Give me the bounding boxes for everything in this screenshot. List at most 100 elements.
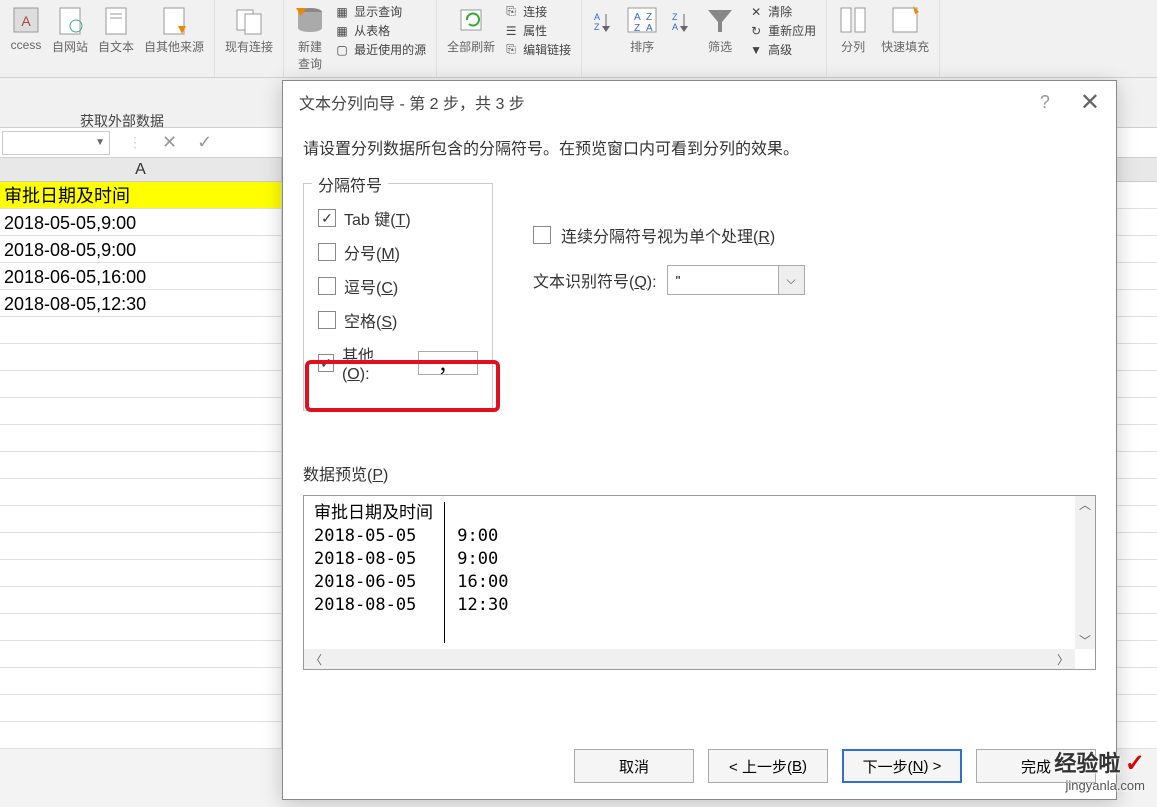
- cell[interactable]: [0, 695, 282, 721]
- column-header-a[interactable]: A: [0, 158, 282, 181]
- cell[interactable]: 2018-05-05,9:00: [0, 209, 282, 235]
- reapply-icon: ↻: [748, 23, 764, 39]
- checkbox-comma[interactable]: 逗号(C): [318, 274, 478, 298]
- cell[interactable]: [0, 317, 282, 343]
- ribbon-btn-refresh-all[interactable]: 全部刷新: [443, 2, 499, 59]
- other-delimiter-input[interactable]: [418, 351, 478, 375]
- close-icon[interactable]: ✕: [1080, 88, 1100, 117]
- ribbon-btn-properties[interactable]: ☰属性: [499, 21, 575, 40]
- ribbon-label: ccess: [11, 38, 42, 52]
- ribbon-label: 现有连接: [225, 38, 273, 55]
- cell[interactable]: [0, 371, 282, 397]
- dropdown-icon[interactable]: ⌵: [778, 266, 804, 294]
- recent-icon: ▢: [334, 42, 350, 58]
- dialog-instruction: 请设置分列数据所包含的分隔符号。在预览窗口内可看到分列的效果。: [303, 135, 1096, 159]
- label: 编辑链接: [523, 41, 571, 58]
- cell[interactable]: [0, 641, 282, 667]
- cancel-button[interactable]: 取消: [574, 749, 694, 783]
- flash-fill-icon: [889, 4, 921, 36]
- advanced-icon: ▼: [748, 42, 764, 58]
- ribbon: A ccess 自网站 自文本 自其他来源 现有连接: [0, 0, 1157, 78]
- scrollbar-horizontal[interactable]: 〈〉: [304, 649, 1075, 669]
- ribbon-btn-existing-connections[interactable]: 现有连接: [221, 2, 277, 57]
- checkbox-other[interactable]: 其他(O):: [318, 342, 478, 384]
- checkbox-space[interactable]: 空格(S): [318, 308, 478, 332]
- cell[interactable]: [0, 344, 282, 370]
- access-icon: A: [10, 4, 42, 36]
- cell[interactable]: [0, 560, 282, 586]
- watermark-url: jingyanla.com: [1054, 778, 1145, 793]
- ribbon-btn-reapply[interactable]: ↻重新应用: [744, 21, 820, 40]
- from-table-icon: ▦: [334, 23, 350, 39]
- cell[interactable]: [0, 398, 282, 424]
- cell[interactable]: [0, 587, 282, 613]
- svg-text:A: A: [21, 13, 31, 29]
- ribbon-btn-text-to-columns[interactable]: 分列: [833, 2, 873, 57]
- ribbon-btn-clear[interactable]: ✕清除: [744, 2, 820, 21]
- cell[interactable]: [0, 425, 282, 451]
- text-qualifier-select[interactable]: ⌵: [667, 265, 805, 295]
- ribbon-btn-from-table[interactable]: ▦从表格: [330, 21, 430, 40]
- cell[interactable]: [0, 614, 282, 640]
- label: 属性: [523, 22, 547, 39]
- ribbon-btn-sort-az[interactable]: AZ: [588, 2, 618, 59]
- cell[interactable]: [0, 533, 282, 559]
- ribbon-btn-other-sources[interactable]: 自其他来源: [140, 2, 208, 57]
- label: 重新应用: [768, 22, 816, 39]
- connections-icon: ⎘: [503, 4, 519, 20]
- checkbox-icon: [318, 311, 336, 329]
- ribbon-btn-flash-fill[interactable]: 快速填充: [877, 2, 933, 57]
- ribbon-btn-new-query[interactable]: 新建查询: [290, 2, 330, 74]
- ribbon-btn-web[interactable]: 自网站: [48, 2, 92, 57]
- checkbox-icon: [318, 354, 334, 372]
- checkbox-semicolon[interactable]: 分号(M): [318, 240, 478, 264]
- text-icon: [100, 4, 132, 36]
- label: 显示查询: [354, 3, 402, 20]
- checkbox-consecutive[interactable]: 连续分隔符号视为单个处理(R): [533, 223, 805, 247]
- cell[interactable]: 2018-08-05,9:00: [0, 236, 282, 262]
- cell[interactable]: [0, 722, 282, 748]
- next-button[interactable]: 下一步(N) >: [842, 749, 962, 783]
- ribbon-btn-filter[interactable]: 筛选: [700, 2, 740, 59]
- checkbox-tab[interactable]: Tab 键(T): [318, 206, 478, 230]
- back-button[interactable]: < 上一步(B): [708, 749, 828, 783]
- ribbon-btn-sort-za[interactable]: ZA: [666, 2, 696, 59]
- svg-text:Z: Z: [672, 12, 678, 22]
- ribbon-btn-connections[interactable]: ⎘连接: [499, 2, 575, 21]
- ribbon-label: 自网站: [52, 38, 88, 55]
- show-queries-icon: ▦: [334, 4, 350, 20]
- sort-az-icon: AZ: [592, 10, 614, 32]
- text-qualifier-input[interactable]: [668, 266, 778, 294]
- checkbox-icon: [318, 209, 336, 227]
- ribbon-group-connections: 全部刷新 ⎘连接 ☰属性 ⎘编辑链接: [437, 0, 582, 77]
- help-icon[interactable]: ?: [1040, 92, 1050, 113]
- text-qualifier-row: 文本识别符号(Q): ⌵: [533, 265, 805, 295]
- ribbon-btn-access[interactable]: A ccess: [6, 2, 46, 57]
- ribbon-btn-recent-sources[interactable]: ▢最近使用的源: [330, 40, 430, 59]
- cell-header[interactable]: 审批日期及时间: [0, 182, 282, 208]
- ribbon-btn-show-queries[interactable]: ▦显示查询: [330, 2, 430, 21]
- cell[interactable]: [0, 452, 282, 478]
- sort-za-icon: ZA: [670, 10, 692, 32]
- ribbon-btn-edit-links[interactable]: ⎘编辑链接: [499, 40, 575, 59]
- cell[interactable]: [0, 479, 282, 505]
- watermark-title: 经验啦: [1054, 751, 1120, 776]
- text-qualifier-label: 文本识别符号(Q):: [533, 268, 657, 292]
- cell[interactable]: [0, 506, 282, 532]
- dialog-body: 请设置分列数据所包含的分隔符号。在预览窗口内可看到分列的效果。 分隔符号 Tab…: [283, 123, 1116, 682]
- preview-column-divider: [444, 502, 445, 643]
- checkbox-label: 空格(S): [344, 308, 397, 332]
- cell[interactable]: [0, 668, 282, 694]
- checkbox-label: 分号(M): [344, 240, 400, 264]
- preview-box: 审批日期及时间 2018-05-05 9:00 2018-08-05 9:00 …: [303, 495, 1096, 670]
- delimiters-legend: 分隔符号: [312, 172, 388, 196]
- ribbon-btn-advanced[interactable]: ▼高级: [744, 40, 820, 59]
- ribbon-btn-text[interactable]: 自文本: [94, 2, 138, 57]
- ribbon-btn-sort[interactable]: AZZA 排序: [622, 2, 662, 59]
- text-to-columns-wizard-dialog: 文本分列向导 - 第 2 步，共 3 步 ? ✕ 请设置分列数据所包含的分隔符号…: [282, 80, 1117, 800]
- svg-text:A: A: [672, 22, 678, 32]
- cell[interactable]: 2018-06-05,16:00: [0, 263, 282, 289]
- scrollbar-vertical[interactable]: ︿﹀: [1075, 496, 1095, 649]
- refresh-icon: [455, 4, 487, 36]
- cell[interactable]: 2018-08-05,12:30: [0, 290, 282, 316]
